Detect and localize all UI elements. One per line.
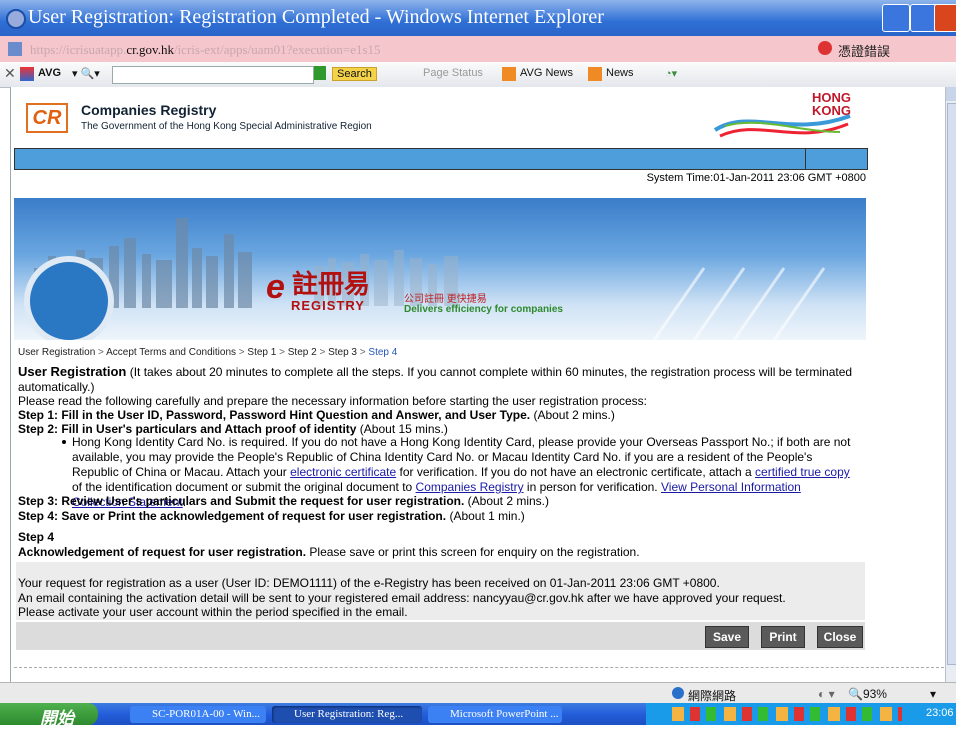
url-text[interactable]: https://icrisuatapp.cr.gov.hk/icris-ext/… xyxy=(30,42,381,58)
news-button[interactable]: News xyxy=(606,67,634,79)
certificate-error[interactable]: 憑證錯誤 xyxy=(838,41,890,60)
system-tray: 23:06 xyxy=(646,703,956,725)
security-zone[interactable]: 網際網路 xyxy=(688,687,736,704)
banner-chinese-title: 註冊易 xyxy=(292,269,371,299)
window-title-bar: User Registration: Registration Complete… xyxy=(0,0,956,36)
ie-icon xyxy=(6,9,26,29)
breadcrumb-item: Step 2 xyxy=(287,347,317,358)
banner-registry: REGISTRY xyxy=(291,298,365,313)
intro-note: (It takes about 20 minutes to complete a… xyxy=(18,365,853,394)
intro-paragraph: User Registration (It takes about 20 min… xyxy=(18,364,858,395)
certified-true-copy-link[interactable]: certified true copy xyxy=(755,465,850,479)
save-button[interactable]: Save xyxy=(705,626,749,648)
rss-icon xyxy=(588,67,602,81)
status-bar: 網際網路 ◐ ▾ 🔍93% ▾ xyxy=(0,682,956,704)
scroll-up-icon[interactable] xyxy=(946,87,956,101)
breadcrumb-item: User Registration xyxy=(18,347,96,358)
org-subtitle: The Government of the Hong Kong Special … xyxy=(81,121,372,132)
address-bar[interactable]: https://icrisuatapp.cr.gov.hk/icris-ext/… xyxy=(0,36,956,63)
close-toolbar-icon[interactable]: ✕ xyxy=(4,65,16,82)
acknowledgement-heading: Acknowledgement of request for user regi… xyxy=(18,545,640,559)
message-line: Your request for registration as a user … xyxy=(18,576,720,590)
skyline-graphic xyxy=(34,218,826,340)
electronic-certificate-link[interactable]: electronic certificate xyxy=(290,465,396,479)
zoom-dropdown-icon[interactable]: ▾ xyxy=(930,687,936,701)
cert-error-icon xyxy=(818,41,832,55)
close-button[interactable]: Close xyxy=(817,626,863,648)
intro-heading: User Registration xyxy=(18,364,127,379)
banner-tagline-zh: 公司註冊 更快捷易 xyxy=(404,294,487,305)
e-globe-icon xyxy=(24,256,114,340)
acknowledgement-message: Your request for registration as a user … xyxy=(16,562,865,620)
protected-mode-icon[interactable]: ◐ ▾ xyxy=(818,687,835,701)
internet-zone-icon xyxy=(672,687,684,699)
avg-label[interactable]: AVG xyxy=(38,67,61,79)
zoom-level[interactable]: 🔍93% xyxy=(848,687,887,701)
taskbar-item-active[interactable]: User Registration: Reg... xyxy=(272,706,422,723)
window-title: User Registration: Registration Complete… xyxy=(28,6,604,28)
search-dropdown-icon[interactable]: ▾ 🔍▾ xyxy=(72,67,100,80)
divider xyxy=(14,667,944,668)
step3-info: Step 3: Review User's particulars and Su… xyxy=(18,494,550,508)
system-time: System Time:01-Jan-2011 23:06 GMT +0800 xyxy=(646,172,866,184)
banner-tagline-en: Delivers efficiency for companies xyxy=(404,304,563,315)
avg-logo-icon xyxy=(20,67,34,81)
taskbar-item[interactable]: Microsoft PowerPoint ... xyxy=(428,706,562,723)
read-note: Please read the following carefully and … xyxy=(18,394,648,408)
bullet xyxy=(62,440,66,444)
breadcrumb-current: Step 4 xyxy=(368,347,398,358)
message-line: Please activate your user account within… xyxy=(18,605,408,619)
rss-icon xyxy=(502,67,516,81)
close-window-button[interactable] xyxy=(934,4,956,32)
vertical-scrollbar[interactable] xyxy=(945,87,956,682)
nav-bar xyxy=(14,148,868,170)
scroll-thumb[interactable] xyxy=(947,103,956,665)
hong-kong-logo: HONG KONG xyxy=(713,90,851,138)
minimize-button[interactable] xyxy=(882,4,910,32)
tray-icons[interactable] xyxy=(672,707,902,721)
message-line: An email containing the activation detai… xyxy=(18,591,786,605)
page-icon xyxy=(8,42,22,56)
page-status[interactable]: Page Status xyxy=(423,67,483,79)
breadcrumb-item: Step 1 xyxy=(247,347,277,358)
step4-info: Step 4: Save or Print the acknowledgemen… xyxy=(18,509,525,523)
weather-icon[interactable]: ◔▾ xyxy=(665,67,677,80)
search-input[interactable] xyxy=(112,66,314,84)
e-registry-banner: e 註冊易 REGISTRY 公司註冊 更快捷易 Delivers effici… xyxy=(14,198,866,340)
search-go-icon[interactable] xyxy=(314,66,326,80)
search-button[interactable]: Search xyxy=(332,67,377,81)
breadcrumb: User Registration > Accept Terms and Con… xyxy=(18,347,398,358)
org-name: Companies Registry xyxy=(81,102,217,118)
companies-registry-link[interactable]: Companies Registry xyxy=(416,480,524,494)
start-button[interactable]: 開始 xyxy=(0,703,98,728)
step4-title: Step 4 xyxy=(18,530,55,544)
step1-info: Step 1: Fill in the User ID, Password, P… xyxy=(18,408,615,422)
cr-logo: CR xyxy=(26,103,68,133)
e-letter: e xyxy=(266,268,285,306)
step2-info: Step 2: Fill in User's particulars and A… xyxy=(18,422,448,436)
print-button[interactable]: Print xyxy=(761,626,805,648)
breadcrumb-item: Accept Terms and Conditions xyxy=(106,347,237,358)
avg-news-button[interactable]: AVG News xyxy=(520,67,573,79)
clock: 23:06 xyxy=(926,707,954,719)
toolbar: ✕ AVG ▾ 🔍▾ Search Page Status AVG News N… xyxy=(0,62,956,88)
breadcrumb-item: Step 3 xyxy=(328,347,357,358)
taskbar-item[interactable]: SC-POR01A-00 - Win... xyxy=(130,706,266,723)
